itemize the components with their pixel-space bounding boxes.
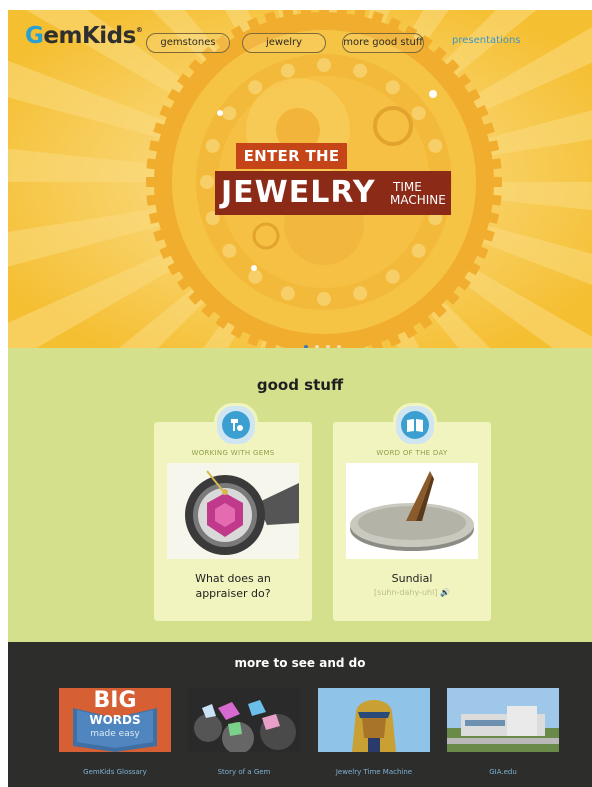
- ring-dot: [428, 138, 443, 153]
- ring-dot: [353, 63, 368, 78]
- ring-dot: [200, 175, 214, 189]
- thumb-jewelry-time-machine[interactable]: [318, 688, 430, 752]
- word-of-the-day: Sundial: [391, 572, 433, 585]
- ring-dot: [385, 269, 400, 284]
- gear-tooth: [488, 194, 502, 206]
- ring-dot: [280, 63, 295, 78]
- gear-tooth: [488, 158, 502, 170]
- thumb-caption-glossary[interactable]: GemKids Glossary: [59, 768, 171, 776]
- thumb-caption-gia[interactable]: GIA.edu: [447, 768, 559, 776]
- ring-dot: [280, 286, 295, 301]
- hero-machine-label: MACHINE: [390, 193, 446, 207]
- ring-dot: [317, 292, 331, 306]
- ring-dot: [411, 243, 426, 258]
- gear-tooth: [319, 10, 329, 16]
- ring-dot: [222, 106, 237, 121]
- thumb-caption-story[interactable]: Story of a Gem: [188, 768, 300, 776]
- card-question-line2: appraiser do?: [195, 587, 271, 600]
- glossary-made-label: made easy: [90, 729, 140, 739]
- page: GemKids® gemstones jewelry more good stu…: [8, 10, 592, 787]
- nav-more-good-stuff[interactable]: more good stuff: [342, 33, 424, 53]
- gemkids-logo[interactable]: GemKids®: [25, 23, 143, 55]
- ring-dot: [317, 58, 331, 72]
- gear-tooth: [146, 194, 160, 206]
- loupe-gem-image: [167, 463, 299, 559]
- ring-dot: [248, 269, 263, 284]
- ring-dot: [385, 80, 400, 95]
- pronunciation-text: [suhn-dahy-uhl]: [374, 588, 438, 597]
- hero-jewelry-label: JEWELRY: [221, 175, 376, 210]
- sundial-image: [346, 463, 478, 559]
- ring-dot: [248, 80, 263, 95]
- more-title: more to see and do: [234, 656, 366, 670]
- gear-tooth: [300, 10, 312, 18]
- thumb-caption-time-machine[interactable]: Jewelry Time Machine: [318, 768, 430, 776]
- gear-tooth: [146, 177, 158, 187]
- gear-tooth: [490, 177, 502, 187]
- thumb-glossary[interactable]: BIG WORDS made easy: [59, 688, 171, 752]
- good-stuff-title: good stuff: [256, 376, 344, 394]
- carousel-dots: [304, 334, 348, 348]
- thumb-story-of-a-gem[interactable]: [188, 688, 300, 752]
- book-icon: [393, 403, 437, 447]
- nav-gemstones[interactable]: gemstones: [146, 33, 230, 53]
- hero-time-label: TIME: [393, 180, 422, 194]
- glossary-words-label: WORDS: [89, 713, 141, 727]
- gem-tools-icon: [214, 403, 258, 447]
- gear-tooth: [336, 10, 348, 18]
- card-caption: WORKING WITH GEMS: [191, 449, 275, 457]
- speaker-icon[interactable]: 🔊: [440, 588, 450, 597]
- gear-tooth: [146, 158, 160, 170]
- card-working-with-gems[interactable]: WORKING WITH GEMS What does an appraiser…: [154, 403, 312, 621]
- nav-jewelry[interactable]: jewelry: [242, 33, 326, 53]
- good-stuff-section: good stuff WORKING WITH GEMS What does a…: [8, 348, 592, 642]
- card-caption: WORD OF THE DAY: [376, 449, 448, 457]
- hero-enter-label: ENTER THE: [236, 143, 347, 169]
- ring-dot: [205, 138, 220, 153]
- card-question-line1: What does an: [195, 572, 271, 585]
- thumb-gia-edu[interactable]: [447, 688, 559, 752]
- more-section: more to see and do BIG WORDS made easy G…: [8, 642, 592, 787]
- ring-dot: [411, 106, 426, 121]
- ring-dot: [222, 243, 237, 258]
- pronunciation: [suhn-dahy-uhl] 🔊: [333, 588, 491, 597]
- card-word-of-the-day[interactable]: WORD OF THE DAY Sundial [suhn-dahy-uhl] …: [333, 403, 491, 621]
- glossary-big-label: BIG: [93, 688, 137, 713]
- nav-presentations-link[interactable]: presentations: [452, 35, 521, 46]
- ring-dot: [353, 286, 368, 301]
- hero-banner[interactable]: GemKids® gemstones jewelry more good stu…: [8, 10, 592, 348]
